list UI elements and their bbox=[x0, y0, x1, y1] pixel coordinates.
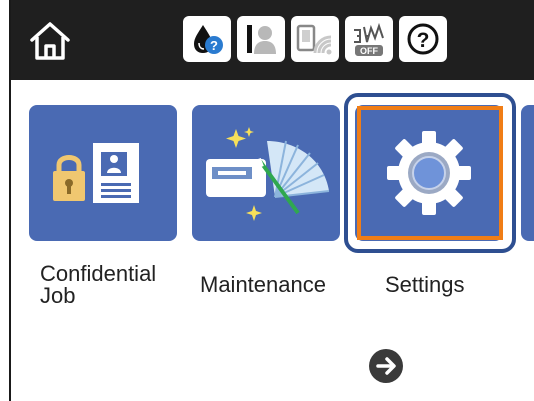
wifi-direct-button[interactable]: OFF bbox=[345, 16, 393, 62]
fax-status-icon bbox=[247, 25, 276, 54]
tile-confidential-job[interactable] bbox=[29, 105, 177, 241]
ink-help-icon: ? bbox=[194, 25, 223, 54]
fax-status-button[interactable] bbox=[237, 16, 285, 62]
tile-label-maintenance: Maintenance bbox=[200, 272, 326, 297]
tile-next-partial[interactable] bbox=[521, 105, 534, 241]
help-button[interactable]: ? bbox=[399, 16, 447, 62]
wifi-direct-off-icon: OFF bbox=[354, 22, 384, 56]
top-bar: ? OFF ? bbox=[11, 0, 534, 80]
help-glyph: ? bbox=[417, 29, 430, 52]
svg-text:?: ? bbox=[210, 38, 218, 53]
selection-inner-frame bbox=[357, 106, 503, 240]
wifi-direct-off-label: OFF bbox=[360, 46, 378, 56]
printer-home-screen: ? OFF ? Confidential Job Maintenance Set… bbox=[0, 0, 534, 401]
wifi-status-icon bbox=[296, 24, 332, 55]
tile-label-settings: Settings bbox=[385, 272, 465, 297]
confidential-job-icon bbox=[53, 143, 139, 203]
home-icon bbox=[30, 22, 70, 60]
home-button[interactable] bbox=[27, 18, 73, 64]
tile-maintenance[interactable] bbox=[192, 105, 340, 241]
arrow-right-icon bbox=[376, 357, 396, 375]
next-page-button[interactable] bbox=[369, 349, 403, 383]
ink-status-button[interactable]: ? bbox=[183, 16, 231, 62]
maintenance-icon bbox=[206, 127, 330, 221]
tile-label-confidential-job-text: Confidential Job bbox=[40, 261, 157, 308]
tile-label-confidential-job: Confidential Job bbox=[40, 263, 156, 307]
wifi-status-button[interactable] bbox=[291, 16, 339, 62]
help-icon: ? bbox=[407, 23, 439, 55]
